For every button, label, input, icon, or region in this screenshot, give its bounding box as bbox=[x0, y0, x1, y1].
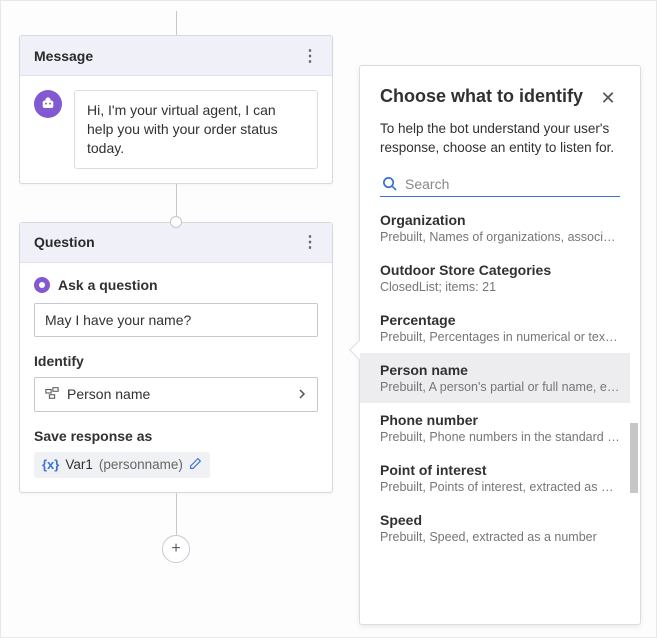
ask-question-label: Ask a question bbox=[58, 277, 158, 293]
variable-name: Var1 bbox=[65, 457, 93, 472]
entity-option[interactable]: Phone number Prebuilt, Phone numbers in t… bbox=[360, 403, 630, 453]
identify-value: Person name bbox=[67, 386, 150, 402]
authoring-canvas: Message ⋮ Hi, I'm your virtual agent, I … bbox=[1, 1, 351, 637]
kebab-menu-icon[interactable]: ⋮ bbox=[298, 44, 322, 68]
entity-option[interactable]: Organization Prebuilt, Names of organizat… bbox=[360, 203, 630, 253]
entity-option-sub: ClosedList; items: 21 bbox=[380, 280, 620, 294]
message-node[interactable]: Message ⋮ Hi, I'm your virtual agent, I … bbox=[19, 35, 333, 184]
entity-search[interactable] bbox=[380, 172, 620, 197]
entity-option-name: Point of interest bbox=[380, 462, 620, 478]
entity-option-sub: Prebuilt, Phone numbers in the standard … bbox=[380, 430, 620, 444]
close-icon[interactable]: ✕ bbox=[596, 86, 620, 110]
entity-option-sub: Prebuilt, A person's partial or full nam… bbox=[380, 380, 620, 394]
connector-dot bbox=[170, 216, 182, 228]
save-response-label: Save response as bbox=[34, 428, 318, 444]
bot-avatar-icon bbox=[34, 90, 62, 118]
entity-option[interactable]: Person name Prebuilt, A person's partial … bbox=[360, 353, 630, 403]
variable-icon: {x} bbox=[42, 457, 59, 472]
entity-option-name: Outdoor Store Categories bbox=[380, 262, 620, 278]
entity-option-name: Speed bbox=[380, 512, 620, 528]
kebab-menu-icon[interactable]: ⋮ bbox=[298, 230, 322, 254]
entity-icon bbox=[45, 386, 59, 403]
entity-option-name: Percentage bbox=[380, 312, 620, 328]
question-node-header: Question ⋮ bbox=[20, 223, 332, 263]
search-icon bbox=[382, 176, 397, 191]
entity-option-sub: Prebuilt, Percentages in numerical or te… bbox=[380, 330, 620, 344]
identify-label: Identify bbox=[34, 353, 318, 369]
add-node-button[interactable]: + bbox=[162, 535, 190, 563]
entity-picker-panel: Choose what to identify ✕ To help the bo… bbox=[359, 65, 641, 625]
entity-option-sub: Prebuilt, Points of interest, extracted … bbox=[380, 480, 620, 494]
message-node-header: Message ⋮ bbox=[20, 36, 332, 76]
question-bullet-icon bbox=[34, 277, 50, 293]
entity-list[interactable]: Organization Prebuilt, Names of organizat… bbox=[360, 203, 640, 624]
entity-option-name: Organization bbox=[380, 212, 620, 228]
panel-description: To help the bot understand your user's r… bbox=[360, 110, 640, 172]
entity-option-sub: Prebuilt, Speed, extracted as a number bbox=[380, 530, 620, 544]
panel-title: Choose what to identify bbox=[380, 86, 583, 107]
scrollbar-thumb[interactable] bbox=[630, 423, 638, 493]
search-input[interactable] bbox=[405, 176, 618, 192]
question-text-input[interactable] bbox=[34, 303, 318, 337]
question-node[interactable]: Question ⋮ Ask a question Identify Perso… bbox=[19, 222, 333, 493]
connector-line bbox=[176, 11, 177, 35]
entity-option-sub: Prebuilt, Names of organizations, associ… bbox=[380, 230, 620, 244]
identify-entity-picker[interactable]: Person name bbox=[34, 377, 318, 412]
chevron-right-icon bbox=[297, 386, 307, 402]
question-node-body: Ask a question Identify Person name Save… bbox=[20, 263, 332, 492]
entity-option-name: Phone number bbox=[380, 412, 620, 428]
question-node-title: Question bbox=[34, 234, 95, 250]
connector-line bbox=[176, 184, 177, 222]
entity-option[interactable]: Percentage Prebuilt, Percentages in numer… bbox=[360, 303, 630, 353]
entity-option[interactable]: Point of interest Prebuilt, Points of int… bbox=[360, 453, 630, 503]
variable-type: (personname) bbox=[99, 457, 183, 472]
entity-option-name: Person name bbox=[380, 362, 620, 378]
connector-line bbox=[176, 493, 177, 535]
entity-option[interactable]: Speed Prebuilt, Speed, extracted as a num… bbox=[360, 503, 630, 553]
scrollbar-track[interactable] bbox=[630, 203, 638, 624]
variable-chip[interactable]: {x} Var1 (personname) bbox=[34, 452, 210, 478]
message-text[interactable]: Hi, I'm your virtual agent, I can help y… bbox=[74, 90, 318, 169]
edit-pencil-icon[interactable] bbox=[189, 457, 202, 473]
message-node-title: Message bbox=[34, 48, 93, 64]
message-node-body: Hi, I'm your virtual agent, I can help y… bbox=[20, 76, 332, 183]
entity-option[interactable]: Outdoor Store Categories ClosedList; item… bbox=[360, 253, 630, 303]
